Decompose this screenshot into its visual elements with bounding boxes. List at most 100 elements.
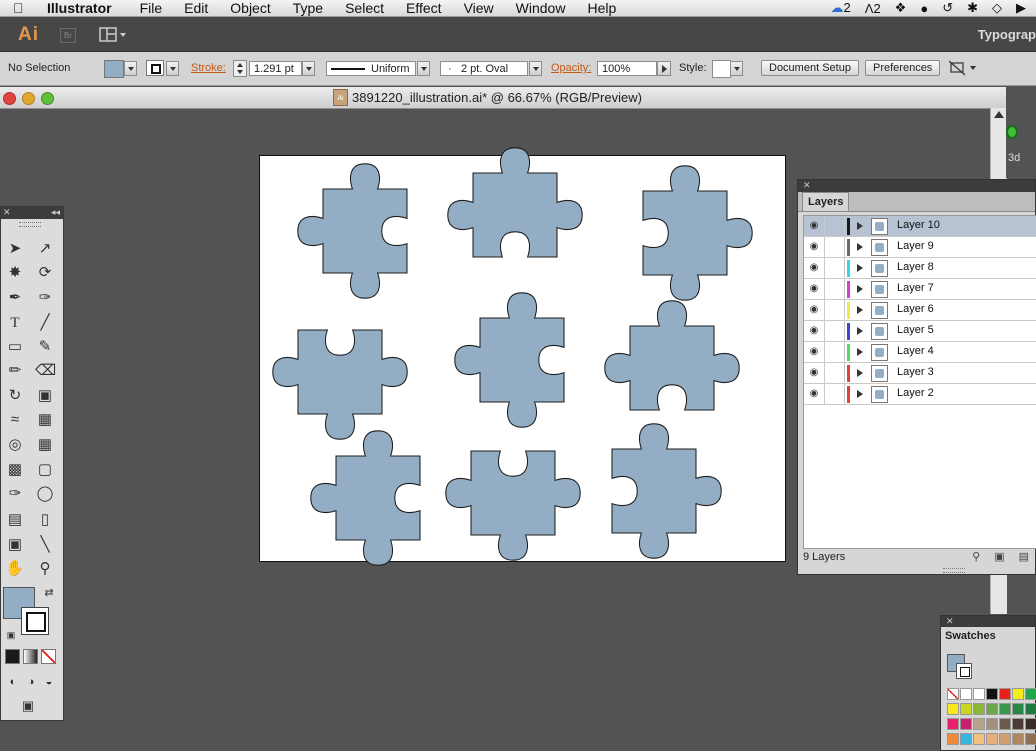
menu-file[interactable]: File [140,0,163,16]
lock-toggle[interactable] [824,258,825,279]
color-mode-button[interactable] [5,649,20,664]
opacity-slider-button[interactable] [657,61,671,76]
draw-normal-icon[interactable]: ◐ [3,672,23,692]
warp-tool-icon[interactable]: ≈ [5,410,25,430]
swatch-cell[interactable] [999,718,1011,730]
artboard-tool-icon[interactable]: ▣ [5,535,25,555]
swatch-cell[interactable] [1025,703,1036,715]
layer-name[interactable]: Layer 3 [897,366,934,378]
layer-name[interactable]: Layer 8 [897,261,934,273]
puzzle-piece[interactable] [611,423,722,559]
screen-mode-icon[interactable]: ▣ [18,696,38,716]
expand-triangle-icon[interactable] [857,348,863,356]
swatch-cell[interactable] [1025,733,1036,745]
menu-help[interactable]: Help [587,0,616,16]
bridge-button[interactable]: Br [60,28,76,43]
puzzle-piece[interactable] [445,450,581,561]
visibility-eye-icon[interactable]: ◉ [807,346,821,358]
puzzle-piece[interactable] [604,300,740,411]
swatch-cell[interactable] [999,688,1011,700]
arrange-documents-button[interactable] [99,27,127,43]
expand-triangle-icon[interactable] [857,327,863,335]
mesh-tool-icon[interactable]: ▩ [5,460,25,480]
swatch-cell[interactable] [1012,718,1024,730]
tab-layers[interactable]: Layers [802,192,850,211]
stroke-color-swatch[interactable] [146,60,164,76]
visibility-eye-icon[interactable]: ◉ [807,388,821,400]
expand-triangle-icon[interactable] [857,285,863,293]
type-tool-icon[interactable]: T [5,313,25,333]
menu-view[interactable]: View [464,0,494,16]
stroke-weight-input[interactable]: 1.291 pt [249,61,302,76]
column-graph-tool-icon[interactable]: ▯ [35,510,55,530]
swatch-cell[interactable] [973,703,985,715]
layer-name[interactable]: Layer 4 [897,345,934,357]
swatch-cell[interactable] [1025,688,1036,700]
sync-status-icon[interactable] [1006,125,1018,139]
layer-name[interactable]: Layer 5 [897,324,934,336]
line-segment-tool-icon[interactable]: ╱ [35,313,55,333]
layer-row[interactable]: ◉ Layer 10 [804,216,1036,237]
visibility-eye-icon[interactable]: ◉ [807,262,821,274]
expand-triangle-icon[interactable] [857,306,863,314]
menu-select[interactable]: Select [345,0,384,16]
swatch-cell[interactable] [947,688,959,700]
graphic-style-dropdown[interactable] [730,61,743,76]
lock-toggle[interactable] [824,300,825,321]
volume-icon[interactable]: ▶ [1016,0,1026,16]
perspective-grid-tool-icon[interactable]: ▦ [35,435,55,455]
puzzle-piece[interactable] [454,292,565,428]
pencil-tool-icon[interactable]: ✏ [5,361,25,381]
close-window-button[interactable] [3,92,16,105]
free-transform-tool-icon[interactable]: ▦ [35,410,55,430]
make-clipping-mask-icon[interactable]: ▣ [994,550,1004,563]
stroke-weight-dropdown[interactable] [302,61,315,76]
layer-name[interactable]: Layer 10 [897,219,940,231]
expand-triangle-icon[interactable] [857,369,863,377]
swatch-cell[interactable] [999,703,1011,715]
puzzle-piece[interactable] [447,147,583,258]
visibility-eye-icon[interactable]: ◉ [807,283,821,295]
profile-dropdown[interactable] [417,61,430,76]
variable-width-profile[interactable]: Uniform [326,61,416,76]
control-panel-menu[interactable] [948,59,979,77]
expand-triangle-icon[interactable] [857,243,863,251]
lock-toggle[interactable] [824,279,825,300]
selection-tool-icon[interactable]: ➤ [5,239,25,259]
lock-toggle[interactable] [824,216,825,237]
tab-swatches[interactable]: Swatches [945,630,996,642]
layer-name[interactable]: Layer 6 [897,303,934,315]
swatch-cell[interactable] [960,688,972,700]
swatch-cell[interactable] [1012,703,1024,715]
minimize-window-button[interactable] [22,92,35,105]
close-icon[interactable]: ✕ [3,207,11,218]
layers-panel-header[interactable]: ✕ [798,180,1035,192]
scroll-up-icon[interactable] [994,111,1004,118]
swatch-cell[interactable] [947,718,959,730]
stroke-weight-stepper[interactable] [233,60,247,77]
swatch-cell[interactable] [973,733,985,745]
layer-row[interactable]: ◉ Layer 4 [804,342,1036,363]
layer-name[interactable]: Layer 7 [897,282,934,294]
puzzle-piece[interactable] [642,165,753,301]
swatch-cell[interactable] [986,733,998,745]
swatches-stroke-box[interactable] [956,663,972,679]
swatch-cell[interactable] [973,718,985,730]
layer-name[interactable]: Layer 2 [897,387,934,399]
creative-cloud-icon[interactable]: ☁2 [831,0,851,16]
magic-wand-tool-icon[interactable]: ✸ [5,263,25,283]
puzzle-piece[interactable] [272,329,408,440]
swap-fill-stroke-icon[interactable]: ⇄ [39,583,59,603]
swatch-cell[interactable] [960,718,972,730]
locate-object-icon[interactable]: ⚲ [972,550,980,563]
menu-object[interactable]: Object [230,0,270,16]
none-mode-button[interactable] [41,649,56,664]
layer-name[interactable]: Layer 9 [897,240,934,252]
shape-builder-tool-icon[interactable]: ◎ [5,435,25,455]
fill-dropdown[interactable] [124,61,137,76]
visibility-eye-icon[interactable]: ◉ [807,367,821,379]
layer-row[interactable]: ◉ Layer 7 [804,279,1036,300]
stroke-color-box[interactable] [21,607,49,635]
layer-row[interactable]: ◉ Layer 3 [804,363,1036,384]
expand-triangle-icon[interactable] [857,264,863,272]
